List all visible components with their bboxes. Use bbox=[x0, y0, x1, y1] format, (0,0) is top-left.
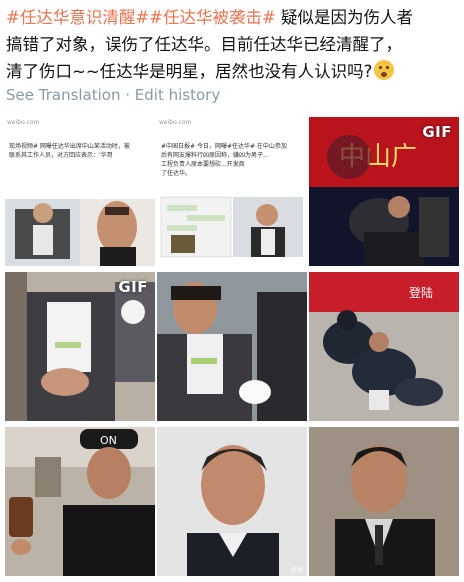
image-thumbnail-2[interactable]: weibo.com #中国日报# 今日，网曝#任达华# 在中山参加 后有网友爆料… bbox=[157, 117, 307, 266]
see-translation-link[interactable]: See Translation bbox=[6, 86, 120, 104]
gif-badge: GIF bbox=[422, 123, 452, 141]
thinking-face-emoji bbox=[374, 60, 395, 80]
screenshot-photo bbox=[5, 199, 155, 266]
image-thumbnail-8[interactable]: 微博 bbox=[157, 427, 307, 576]
image-grid: weibo.com 现场视频# 网曝任达华出席中山某活动时，被 联系其工作人员，… bbox=[5, 117, 459, 577]
hashtag-link[interactable]: #任达华意识清醒# bbox=[6, 8, 149, 27]
post-text-line: 搞错了对象，误伤了任达华。目前任达华已经清醒了， bbox=[6, 35, 402, 54]
weibo-post: #任达华意识清醒##任达华被袭击# 疑似是因为伤人者 搞错了对象，误伤了任达华。… bbox=[0, 0, 464, 582]
image-thumbnail-7[interactable]: ON bbox=[5, 427, 155, 576]
post-text-line: 疑似是因为伤人者 bbox=[275, 8, 414, 27]
watermark: 微博 bbox=[290, 567, 303, 574]
banner-text: 登陆 bbox=[409, 285, 433, 300]
post-text-line: 清了伤口~~任达华是明星，居然也没有人认识吗? bbox=[6, 62, 373, 81]
cap-text: ON bbox=[100, 434, 117, 447]
police-scene: 登陆 bbox=[309, 272, 459, 421]
image-thumbnail-5[interactable] bbox=[157, 272, 307, 421]
image-thumbnail-9[interactable] bbox=[309, 427, 459, 576]
crowd-scene bbox=[157, 272, 307, 421]
portrait-photo: ON bbox=[5, 427, 155, 576]
image-thumbnail-4[interactable]: GIF bbox=[5, 272, 155, 421]
post-text: #任达华意识清醒##任达华被袭击# 疑似是因为伤人者 搞错了对象，误伤了任达华。… bbox=[6, 4, 456, 85]
screenshot-photo bbox=[160, 196, 303, 258]
image-thumbnail-6[interactable]: 登陆 bbox=[309, 272, 459, 421]
image-thumbnail-1[interactable]: weibo.com 现场视频# 网曝任达华出席中山某活动时，被 联系其工作人员，… bbox=[5, 117, 155, 266]
meta-separator: · bbox=[120, 86, 135, 104]
hashtag-link[interactable]: #任达华被袭击# bbox=[149, 8, 276, 27]
post-meta: See Translation · Edit history bbox=[6, 86, 220, 104]
portrait-photo bbox=[157, 427, 307, 576]
edit-history-link[interactable]: Edit history bbox=[135, 86, 220, 104]
gif-badge: GIF bbox=[118, 278, 148, 296]
image-thumbnail-3[interactable]: 中山广 GIF bbox=[309, 117, 459, 266]
portrait-photo bbox=[309, 427, 459, 576]
